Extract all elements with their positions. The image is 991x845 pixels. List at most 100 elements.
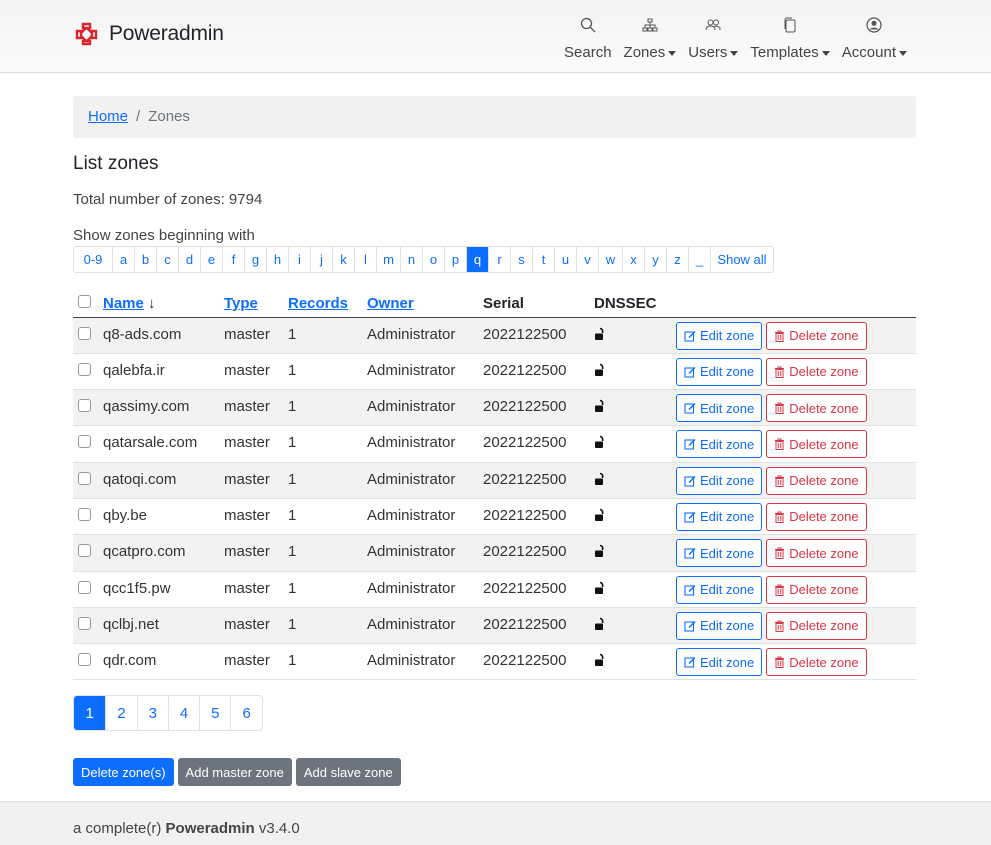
delete-zones-button[interactable]: Delete zone(s) bbox=[73, 758, 174, 786]
edit-zone-label: Edit zone bbox=[700, 473, 755, 489]
sort-type-link[interactable]: Type bbox=[224, 295, 258, 312]
letter-v[interactable]: v bbox=[576, 247, 598, 272]
page-6[interactable]: 6 bbox=[230, 696, 261, 730]
delete-zone-button[interactable]: Delete zone bbox=[766, 466, 867, 495]
edit-zone-button[interactable]: Edit zone bbox=[676, 430, 763, 459]
zone-checkbox[interactable] bbox=[78, 580, 91, 594]
letter-m[interactable]: m bbox=[376, 247, 400, 272]
edit-zone-label: Edit zone bbox=[700, 654, 755, 670]
page-1[interactable]: 1 bbox=[74, 696, 106, 730]
delete-zone-button[interactable]: Delete zone bbox=[766, 357, 867, 386]
page-3[interactable]: 3 bbox=[136, 696, 168, 730]
letter-t[interactable]: t bbox=[532, 247, 554, 272]
sort-owner-link[interactable]: Owner bbox=[367, 295, 414, 312]
edit-zone-button[interactable]: Edit zone bbox=[676, 539, 763, 568]
letter-f[interactable]: f bbox=[222, 247, 244, 272]
zone-checkbox[interactable] bbox=[78, 435, 91, 449]
letter-a[interactable]: a bbox=[112, 247, 134, 272]
nav-account[interactable]: Account bbox=[836, 14, 913, 61]
letter-y[interactable]: y bbox=[644, 247, 666, 272]
delete-zone-button[interactable]: Delete zone bbox=[766, 611, 867, 640]
edit-icon bbox=[684, 584, 696, 596]
letter-p[interactable]: p bbox=[444, 247, 466, 272]
zone-owner: Administrator bbox=[367, 534, 483, 572]
edit-zone-button[interactable]: Edit zone bbox=[676, 611, 763, 640]
delete-zone-button[interactable]: Delete zone bbox=[766, 539, 867, 568]
nav-users[interactable]: Users bbox=[682, 14, 744, 61]
delete-zone-label: Delete zone bbox=[789, 618, 859, 634]
edit-zone-button[interactable]: Edit zone bbox=[676, 357, 763, 386]
page-4[interactable]: 4 bbox=[167, 696, 199, 730]
brand[interactable]: Poweradmin bbox=[74, 21, 224, 46]
letter-b[interactable]: b bbox=[134, 247, 156, 272]
zone-checkbox[interactable] bbox=[78, 471, 91, 485]
nav-label: Templates bbox=[750, 44, 819, 61]
letter-z[interactable]: z bbox=[666, 247, 688, 272]
page-5[interactable]: 5 bbox=[199, 696, 230, 730]
letter-underscore[interactable]: _ bbox=[688, 247, 710, 272]
delete-zone-button[interactable]: Delete zone bbox=[766, 502, 867, 531]
edit-zone-button[interactable]: Edit zone bbox=[676, 575, 763, 604]
sort-records-link[interactable]: Records bbox=[288, 295, 348, 312]
zone-type: master bbox=[224, 643, 288, 681]
zone-checkbox[interactable] bbox=[78, 616, 91, 630]
edit-icon bbox=[684, 330, 696, 342]
zone-type: master bbox=[224, 353, 288, 391]
trash-icon bbox=[774, 475, 785, 487]
edit-zone-button[interactable]: Edit zone bbox=[676, 466, 763, 495]
letter-g[interactable]: g bbox=[244, 247, 266, 272]
zone-checkbox[interactable] bbox=[78, 399, 91, 413]
zone-owner: Administrator bbox=[367, 353, 483, 391]
letter-d[interactable]: d bbox=[178, 247, 200, 272]
zone-name: qby.be bbox=[103, 498, 224, 536]
add-slave-zone-button[interactable]: Add slave zone bbox=[295, 758, 401, 786]
delete-zone-button[interactable]: Delete zone bbox=[766, 430, 867, 459]
letter-n[interactable]: n bbox=[400, 247, 422, 272]
add-master-zone-button[interactable]: Add master zone bbox=[177, 758, 292, 786]
letter-r[interactable]: r bbox=[488, 247, 510, 272]
letter-c[interactable]: c bbox=[156, 247, 178, 272]
page-2[interactable]: 2 bbox=[105, 696, 136, 730]
edit-zone-button[interactable]: Edit zone bbox=[676, 394, 763, 423]
delete-zone-button[interactable]: Delete zone bbox=[766, 575, 867, 604]
caret-down-icon bbox=[821, 50, 830, 56]
nav-search[interactable]: Search bbox=[558, 14, 618, 61]
letter-o[interactable]: o bbox=[422, 247, 444, 272]
edit-zone-button[interactable]: Edit zone bbox=[676, 648, 763, 677]
letter-q[interactable]: q bbox=[466, 247, 488, 272]
footer-brand[interactable]: Poweradmin bbox=[166, 820, 255, 837]
zone-checkbox[interactable] bbox=[78, 544, 91, 558]
letter-i[interactable]: i bbox=[288, 247, 310, 272]
letter-s[interactable]: s bbox=[510, 247, 532, 272]
letter-k[interactable]: k bbox=[332, 247, 354, 272]
breadcrumb-home[interactable]: Home bbox=[88, 108, 128, 125]
navbar: Poweradmin Search Zones Users Templates … bbox=[0, 0, 991, 73]
nav-zones[interactable]: Zones bbox=[618, 14, 683, 61]
delete-zone-button[interactable]: Delete zone bbox=[766, 394, 867, 423]
letter-h[interactable]: h bbox=[266, 247, 288, 272]
unlock-icon bbox=[594, 472, 606, 490]
letter-u[interactable]: u bbox=[554, 247, 576, 272]
edit-zone-button[interactable]: Edit zone bbox=[676, 321, 763, 350]
sort-name-link[interactable]: Name bbox=[103, 295, 144, 312]
edit-zone-button[interactable]: Edit zone bbox=[676, 502, 763, 531]
zone-checkbox[interactable] bbox=[78, 653, 91, 667]
letter-digits[interactable]: 0-9 bbox=[74, 247, 112, 272]
nav-templates[interactable]: Templates bbox=[744, 14, 835, 61]
letter-show-all[interactable]: Show all bbox=[710, 247, 773, 272]
letter-w[interactable]: w bbox=[598, 247, 622, 272]
zone-owner: Administrator bbox=[367, 607, 483, 645]
zone-checkbox[interactable] bbox=[78, 507, 91, 521]
delete-zone-button[interactable]: Delete zone bbox=[766, 321, 867, 350]
footer: a complete(r) Poweradmin v3.4.0 bbox=[0, 801, 991, 845]
table-header-row: Name ↓ Type Records Owner Serial DNSSEC bbox=[73, 290, 916, 318]
letter-e[interactable]: e bbox=[200, 247, 222, 272]
delete-zone-button[interactable]: Delete zone bbox=[766, 648, 867, 677]
trash-icon bbox=[774, 438, 785, 451]
zone-checkbox[interactable] bbox=[78, 326, 91, 340]
letter-x[interactable]: x bbox=[622, 247, 644, 272]
zone-checkbox[interactable] bbox=[78, 362, 91, 376]
letter-l[interactable]: l bbox=[354, 247, 376, 272]
letter-j[interactable]: j bbox=[310, 247, 332, 272]
select-all-checkbox[interactable] bbox=[78, 295, 91, 309]
